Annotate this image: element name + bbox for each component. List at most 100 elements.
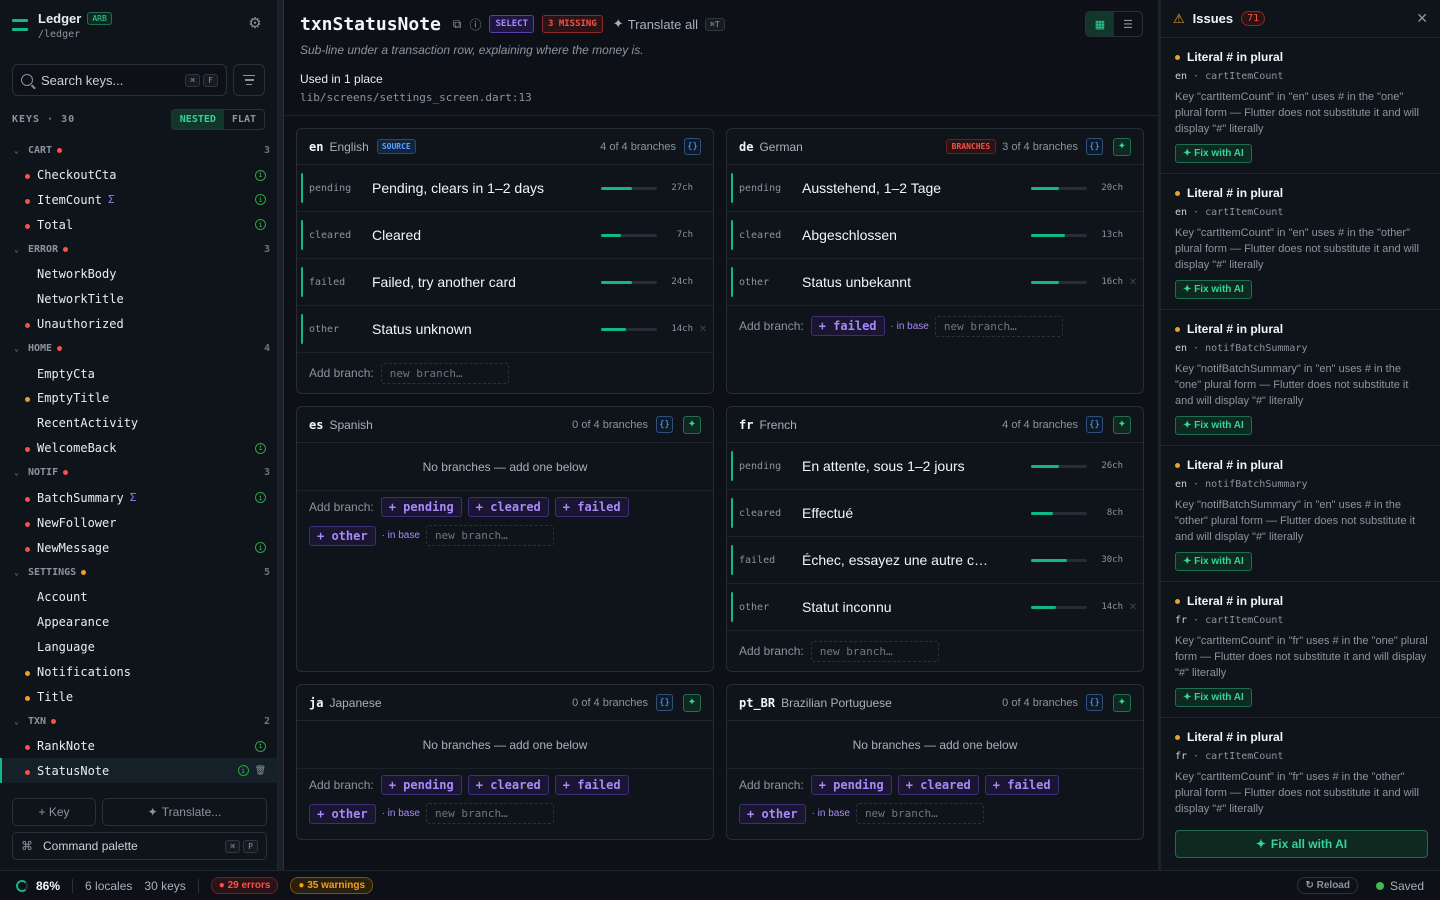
add-branch-chip[interactable]: + other xyxy=(309,803,376,824)
issue-item[interactable]: Literal # in plural en · cartItemCount Key… xyxy=(1161,174,1440,310)
add-key-button[interactable]: + Key xyxy=(12,798,96,826)
tree-key-item[interactable]: Appearance xyxy=(0,609,278,634)
tree-key-item[interactable]: Account xyxy=(0,585,278,610)
new-branch-input[interactable]: new branch… xyxy=(934,315,1063,337)
issue-item[interactable]: Literal # in plural en · notifBatchSummar… xyxy=(1161,446,1440,582)
add-branch-chip[interactable]: + cleared xyxy=(897,775,979,795)
flat-toggle[interactable]: FLAT xyxy=(224,110,264,129)
issue-item[interactable]: Literal # in plural fr · cartItemCount Key… xyxy=(1161,582,1440,718)
issue-key[interactable]: notifBatchSummary xyxy=(1205,343,1307,354)
braces-icon[interactable]: {} xyxy=(1086,416,1103,433)
tree-key-item[interactable]: Notifications xyxy=(0,659,278,684)
add-branch-chip[interactable]: + pending xyxy=(380,775,462,795)
fix-with-ai-button[interactable]: ✦ Fix with AI xyxy=(1175,144,1252,163)
add-branch-chip[interactable]: + pending xyxy=(810,775,892,795)
trash-icon[interactable]: 🗑 xyxy=(255,766,266,776)
braces-icon[interactable]: {} xyxy=(656,694,673,711)
branch-value[interactable]: Abgeschlossen xyxy=(802,227,1031,243)
grid-view-icon[interactable]: ▦ xyxy=(1086,12,1114,36)
list-view-icon[interactable]: ☰ xyxy=(1114,12,1142,36)
filter-button[interactable] xyxy=(233,64,265,96)
branch-value[interactable]: Status unknown xyxy=(372,321,601,337)
info-icon[interactable]: i xyxy=(237,765,249,777)
braces-icon[interactable]: {} xyxy=(1086,694,1103,711)
usage-path[interactable]: lib/screens/settings_screen.dart:13 xyxy=(300,91,1143,104)
tree-key-item[interactable]: NewMessage i xyxy=(0,535,278,560)
add-branch-chip[interactable]: + failed xyxy=(554,775,629,795)
tree-key-item[interactable]: ItemCount Σi xyxy=(0,187,278,212)
translate-all-button[interactable]: ✦ Translate all ⌘T xyxy=(613,16,725,32)
add-branch-chip[interactable]: + other xyxy=(309,525,376,546)
new-branch-input[interactable]: new branch… xyxy=(425,525,554,546)
info-icon[interactable]: i xyxy=(255,442,266,454)
panel-resize-handle[interactable] xyxy=(278,0,284,870)
ai-translate-icon[interactable]: ✦ xyxy=(1113,415,1131,434)
add-branch-chip[interactable]: + failed xyxy=(554,497,629,517)
tree-key-item[interactable]: BatchSummary Σi xyxy=(0,485,278,510)
fix-with-ai-button[interactable]: ✦ Fix with AI xyxy=(1175,688,1252,707)
add-branch-chip[interactable]: + cleared xyxy=(467,497,549,517)
close-icon[interactable]: ✕ xyxy=(1416,10,1428,27)
tree-key-item[interactable]: CheckoutCta i xyxy=(0,163,278,188)
nested-toggle[interactable]: NESTED xyxy=(171,109,224,129)
ai-translate-icon[interactable]: ✦ xyxy=(683,693,701,712)
issue-item[interactable]: Literal # in plural en · cartItemCount Key… xyxy=(1161,38,1440,174)
info-icon[interactable]: i xyxy=(255,194,266,206)
ai-translate-icon[interactable]: ✦ xyxy=(683,415,701,434)
tree-key-item[interactable]: RecentActivity xyxy=(0,411,278,436)
new-branch-input[interactable]: new branch… xyxy=(855,803,984,824)
add-branch-chip[interactable]: + cleared xyxy=(467,775,549,795)
tree-key-item[interactable]: Title xyxy=(0,684,278,709)
braces-icon[interactable]: {} xyxy=(656,416,673,433)
fix-with-ai-button[interactable]: ✦ Fix with AI xyxy=(1175,416,1252,435)
settings-gear-icon[interactable]: ⚙ xyxy=(247,16,263,32)
info-icon[interactable]: i xyxy=(255,169,266,181)
translate-button[interactable]: ✦ Translate... xyxy=(102,798,267,826)
tree-key-item[interactable]: EmptyCta xyxy=(0,361,278,386)
issue-key[interactable]: cartItemCount xyxy=(1205,71,1283,82)
info-icon[interactable]: i xyxy=(255,740,266,752)
tree-group[interactable]: ⌄ NOTIF 3 xyxy=(0,461,278,486)
command-palette-button[interactable]: ⌘ Command palette ⌘ P xyxy=(12,832,267,860)
fix-with-ai-button[interactable]: ✦ Fix with AI xyxy=(1175,280,1252,299)
info-icon[interactable]: ⓘ xyxy=(469,16,481,33)
tree-key-item[interactable]: NetworkTitle xyxy=(0,287,278,312)
tree-group[interactable]: ⌄ ERROR 3 xyxy=(0,237,278,262)
errors-badge[interactable]: ● 29 errors xyxy=(210,877,279,894)
tree-key-item[interactable]: RankNote i xyxy=(0,734,278,759)
branch-value[interactable]: Status unbekannt xyxy=(802,274,1031,290)
tree-key-item[interactable]: EmptyTitle xyxy=(0,386,278,411)
braces-icon[interactable]: {} xyxy=(1086,138,1103,155)
add-branch-chip[interactable]: + failed xyxy=(984,775,1059,795)
tree-key-item[interactable]: Unauthorized xyxy=(0,312,278,337)
add-branch-chip[interactable]: + pending xyxy=(380,497,462,517)
search-input[interactable]: Search keys... ⌘ F xyxy=(12,64,227,96)
tree-key-item[interactable]: NewFollower xyxy=(0,510,278,535)
branch-value[interactable]: Cleared xyxy=(372,227,601,243)
branch-value[interactable]: Ausstehend, 1–2 Tage xyxy=(802,180,1031,196)
issue-key[interactable]: cartItemCount xyxy=(1205,751,1283,762)
add-branch-chip[interactable]: + failed xyxy=(810,316,885,336)
fix-all-button[interactable]: ✦ Fix all with AI xyxy=(1175,830,1428,858)
branch-value[interactable]: En attente, sous 1–2 jours xyxy=(802,458,1031,474)
ai-translate-icon[interactable]: ✦ xyxy=(1113,137,1131,156)
new-branch-input[interactable]: new branch… xyxy=(810,640,939,662)
branch-value[interactable]: Statut inconnu xyxy=(802,599,1031,615)
warnings-badge[interactable]: ● 35 warnings xyxy=(290,877,374,894)
tree-key-item[interactable]: NetworkBody xyxy=(0,262,278,287)
tree-group[interactable]: ⌄ SETTINGS 5 xyxy=(0,560,278,585)
branch-value[interactable]: Pending, clears in 1–2 days xyxy=(372,180,601,196)
issue-key[interactable]: notifBatchSummary xyxy=(1205,479,1307,490)
branch-value[interactable]: Effectué xyxy=(802,505,1031,521)
fix-with-ai-button[interactable]: ✦ Fix with AI xyxy=(1175,552,1252,571)
branch-value[interactable]: Failed, try another card xyxy=(372,274,601,290)
info-icon[interactable]: i xyxy=(255,492,266,504)
remove-branch-icon[interactable]: ✕ xyxy=(693,324,713,335)
info-icon[interactable]: i xyxy=(255,542,266,553)
tree-key-item[interactable]: WelcomeBack i xyxy=(0,436,278,461)
issue-item[interactable]: Literal # in plural fr · cartItemCount Key… xyxy=(1161,718,1440,816)
tree-group[interactable]: ⌄ CART 3 xyxy=(0,138,278,163)
new-branch-input[interactable]: new branch… xyxy=(425,803,554,824)
tree-group[interactable]: ⌄ TXN 2 xyxy=(0,709,278,734)
reload-button[interactable]: ↻ Reload xyxy=(1297,877,1358,894)
